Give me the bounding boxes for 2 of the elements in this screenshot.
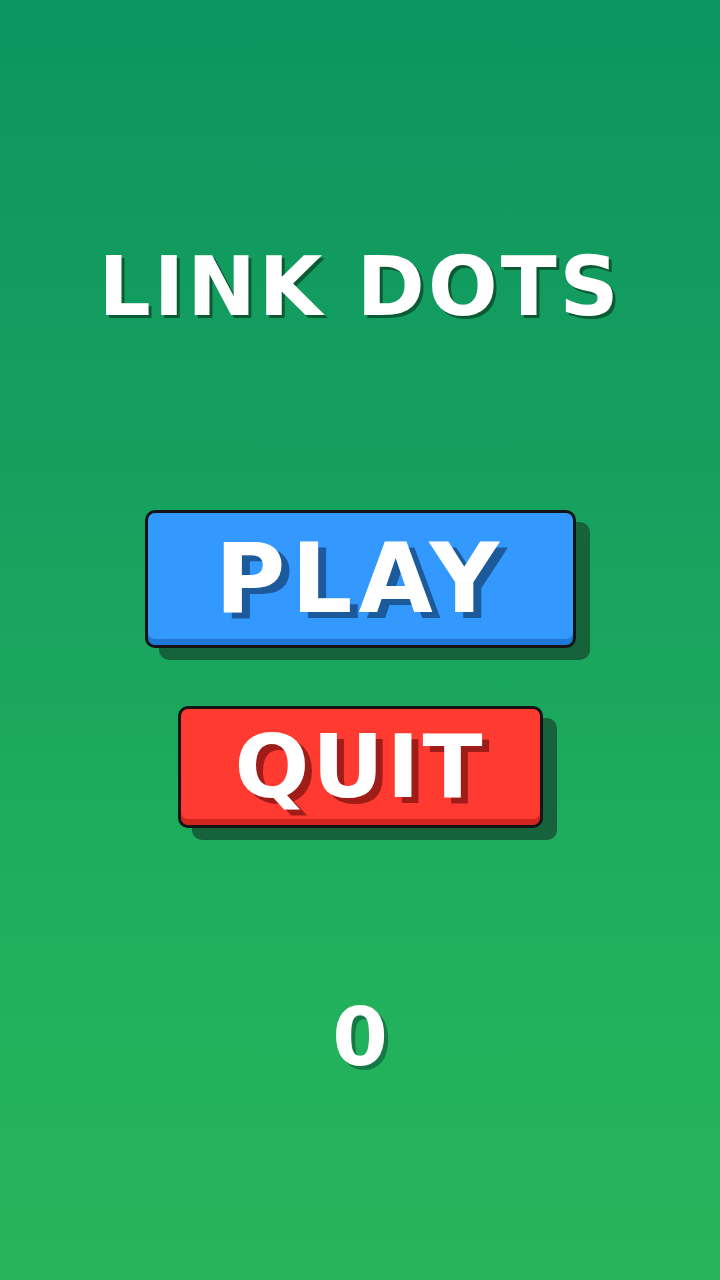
score-text: 0: [332, 998, 388, 1078]
game-title: LINK DOTS: [98, 246, 622, 328]
